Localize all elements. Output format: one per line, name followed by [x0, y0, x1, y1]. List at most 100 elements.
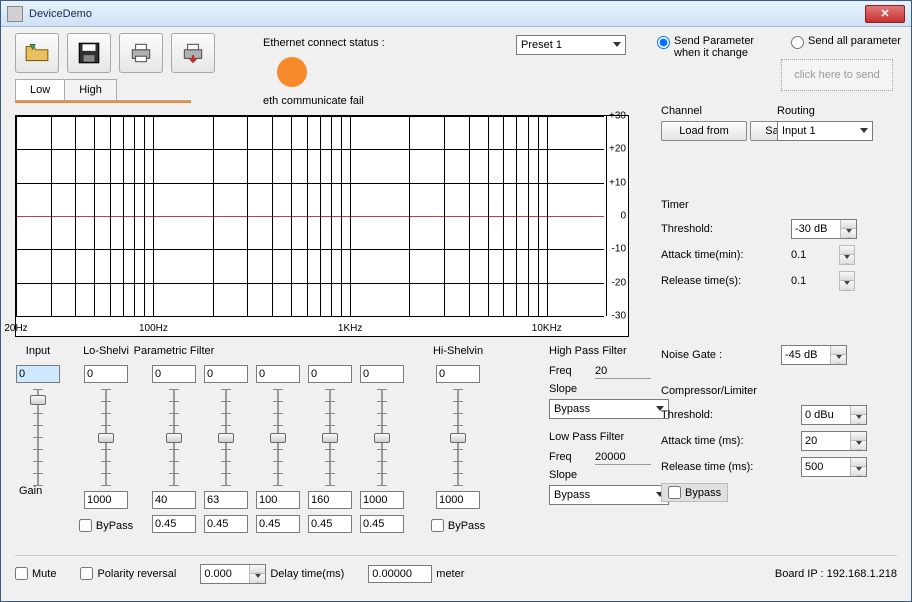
- vertical-slider[interactable]: [372, 389, 392, 485]
- slider-thumb[interactable]: [98, 433, 114, 443]
- comp-attack-input[interactable]: [801, 431, 867, 451]
- peq1-col-gain-input[interactable]: [152, 365, 196, 383]
- send-all-radio[interactable]: Send all parameter: [791, 35, 901, 59]
- peq5-col-q-input[interactable]: [360, 515, 404, 533]
- hp-slope-select[interactable]: Bypass: [549, 399, 669, 419]
- peq2-col-freq-input[interactable]: [204, 491, 248, 509]
- hi-shelv-col-gain-input[interactable]: [436, 365, 480, 383]
- spin-down[interactable]: [840, 255, 854, 264]
- timer-release-label: Release time(s):: [661, 275, 791, 287]
- ethernet-fail-text: eth communicate fail: [263, 95, 364, 107]
- vertical-slider[interactable]: [320, 389, 340, 485]
- load-from-button[interactable]: Load from: [661, 121, 747, 141]
- peq3-col-q-input[interactable]: [256, 515, 300, 533]
- spin-down[interactable]: [250, 574, 265, 583]
- lp-slope-select[interactable]: Bypass: [549, 485, 669, 505]
- hi-shelv-col-bypass[interactable]: ByPass: [431, 519, 485, 532]
- routing-select[interactable]: Input 1: [777, 121, 873, 141]
- comp-bypass-input[interactable]: [668, 486, 681, 499]
- timer-threshold-field[interactable]: [792, 220, 840, 238]
- noise-gate-field[interactable]: [782, 346, 830, 364]
- lo-shelv-col-gain-input[interactable]: [84, 365, 128, 383]
- meter-field[interactable]: [368, 565, 432, 583]
- lp-freq-input[interactable]: [595, 449, 651, 465]
- send-button[interactable]: click here to send: [781, 59, 893, 91]
- spin-up[interactable]: [851, 458, 866, 467]
- lo-shelv-col-bypass-input[interactable]: [79, 519, 92, 532]
- peq3-col-freq-input[interactable]: [256, 491, 300, 509]
- comp-threshold-field[interactable]: [802, 406, 850, 424]
- comp-release-input[interactable]: [801, 457, 867, 477]
- spin-up[interactable]: [851, 432, 866, 441]
- vertical-slider[interactable]: [28, 389, 48, 485]
- peq4-col-freq-input[interactable]: [308, 491, 352, 509]
- slider-thumb[interactable]: [450, 433, 466, 443]
- export-to-device-button[interactable]: [119, 33, 163, 73]
- mute-input[interactable]: [15, 567, 28, 580]
- spin-up[interactable]: [840, 246, 854, 255]
- spin-up[interactable]: [851, 406, 866, 415]
- peq5-col-freq-input[interactable]: [360, 491, 404, 509]
- peq1-col-q-input[interactable]: [152, 515, 196, 533]
- peq4-col-gain-input[interactable]: [308, 365, 352, 383]
- spin-down[interactable]: [851, 441, 866, 450]
- import-from-device-button[interactable]: [171, 33, 215, 73]
- send-on-change-input[interactable]: [657, 36, 670, 49]
- slider-thumb[interactable]: [218, 433, 234, 443]
- peq5-col-gain-input[interactable]: [360, 365, 404, 383]
- vertical-slider[interactable]: [164, 389, 184, 485]
- slider-thumb[interactable]: [270, 433, 286, 443]
- spin-down[interactable]: [831, 355, 846, 364]
- peq2-col-q-input[interactable]: [204, 515, 248, 533]
- hi-shelv-col-freq-input[interactable]: [436, 491, 480, 509]
- delay-field[interactable]: [201, 565, 249, 583]
- lo-shelv-col-freq-input[interactable]: [84, 491, 128, 509]
- spin-up[interactable]: [841, 220, 856, 229]
- peq1-col-freq-input[interactable]: [152, 491, 196, 509]
- preset-select[interactable]: Preset 1: [516, 35, 626, 55]
- lo-shelv-col-label: Lo-Shelvi: [83, 345, 129, 361]
- vertical-slider[interactable]: [448, 389, 468, 485]
- slider-thumb[interactable]: [166, 433, 182, 443]
- send-on-change-radio[interactable]: Send Parameter when it change: [657, 35, 777, 59]
- y-axis-label: +20: [609, 144, 626, 155]
- delay-input[interactable]: [200, 564, 266, 584]
- comp-threshold-input[interactable]: [801, 405, 867, 425]
- hp-freq-input[interactable]: [595, 363, 651, 379]
- comp-bypass-checkbox[interactable]: Bypass: [661, 483, 728, 502]
- spin-up[interactable]: [840, 272, 854, 281]
- polarity-checkbox[interactable]: Polarity reversal: [80, 567, 176, 580]
- tab-low[interactable]: Low: [15, 79, 65, 100]
- slider-thumb[interactable]: [322, 433, 338, 443]
- vertical-slider[interactable]: [216, 389, 236, 485]
- save-button[interactable]: [67, 33, 111, 73]
- slider-thumb[interactable]: [374, 433, 390, 443]
- noise-gate-input[interactable]: [781, 345, 847, 365]
- close-button[interactable]: ✕: [865, 5, 905, 23]
- send-all-input[interactable]: [791, 36, 804, 49]
- spin-down[interactable]: [851, 415, 866, 424]
- open-button[interactable]: [15, 33, 59, 73]
- peq2-col-gain-input[interactable]: [204, 365, 248, 383]
- timer-threshold-input[interactable]: [791, 219, 857, 239]
- input-col-gain-input[interactable]: [16, 365, 60, 383]
- mute-checkbox[interactable]: Mute: [15, 567, 56, 580]
- polarity-input[interactable]: [80, 567, 93, 580]
- spin-down[interactable]: [851, 467, 866, 476]
- slider-thumb[interactable]: [30, 395, 46, 405]
- peq4-col-q-input[interactable]: [308, 515, 352, 533]
- tab-underline: [15, 101, 191, 103]
- vertical-slider[interactable]: [96, 389, 116, 485]
- tab-high[interactable]: High: [64, 79, 117, 100]
- comp-release-field[interactable]: [802, 458, 850, 476]
- lo-shelv-col-bypass[interactable]: ByPass: [79, 519, 133, 532]
- spin-down[interactable]: [840, 281, 854, 290]
- comp-attack-field[interactable]: [802, 432, 850, 450]
- spin-up[interactable]: [250, 565, 265, 574]
- spin-down[interactable]: [841, 229, 856, 238]
- spin-up[interactable]: [831, 346, 846, 355]
- hi-shelv-col-bypass-input[interactable]: [431, 519, 444, 532]
- vertical-slider[interactable]: [268, 389, 288, 485]
- comp-release-label: Release time (ms):: [661, 461, 801, 473]
- peq3-col-gain-input[interactable]: [256, 365, 300, 383]
